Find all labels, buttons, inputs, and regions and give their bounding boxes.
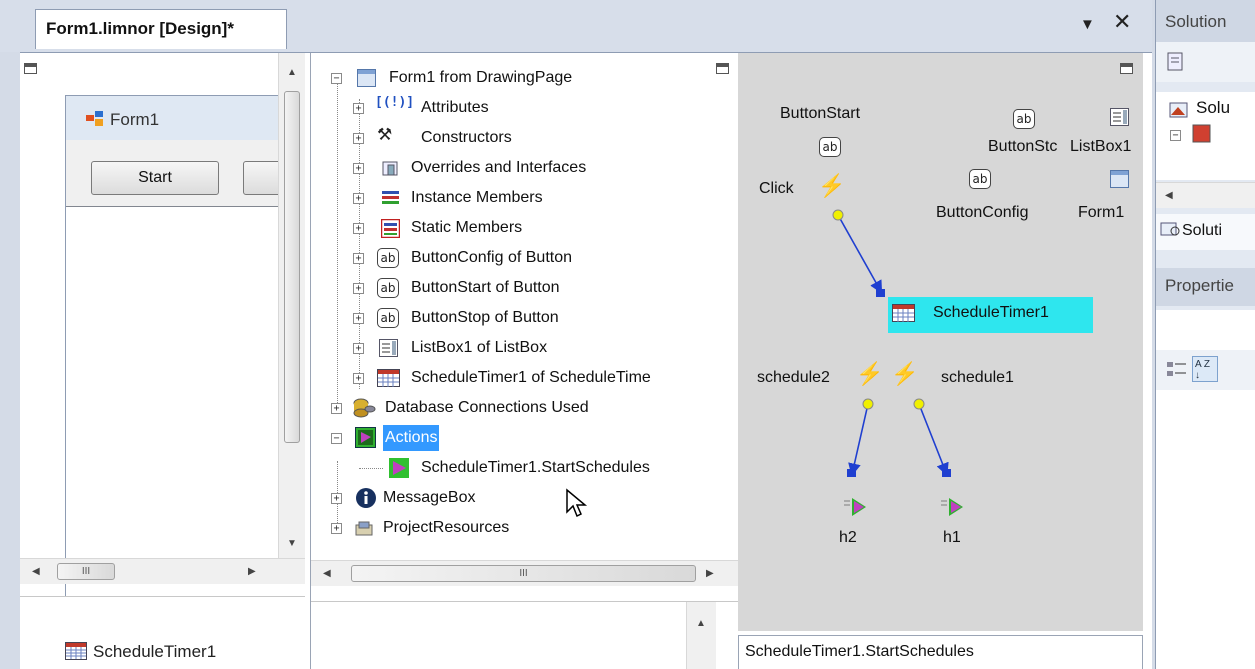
overrides-icon xyxy=(382,161,398,176)
collapse-icon[interactable]: − xyxy=(331,433,342,444)
event-lightning-icon[interactable]: ⚡ xyxy=(856,361,884,387)
tab-solution-label: Soluti xyxy=(1182,222,1223,239)
button-icon: ab xyxy=(377,248,399,268)
button-icon: ab xyxy=(377,278,399,298)
static-members-icon xyxy=(381,219,400,238)
form-title: Form1 xyxy=(110,110,160,129)
expand-icon[interactable]: + xyxy=(353,103,364,114)
scroll-down-icon[interactable]: ▼ xyxy=(287,538,297,549)
alphabetical-sort-icon[interactable]: A Z ↓ xyxy=(1192,356,1218,382)
expand-icon[interactable]: + xyxy=(353,253,364,264)
solution-toolbar xyxy=(1156,42,1255,82)
tray-item-scheduletimer1[interactable]: ScheduleTimer1 xyxy=(65,642,216,662)
tab-solution-explorer[interactable]: Soluti xyxy=(1156,214,1255,250)
tree-item-actions-label: Actions xyxy=(383,425,440,451)
selected-action-status: ScheduleTimer1.StartSchedules xyxy=(738,635,1143,669)
form-icon xyxy=(357,69,376,87)
description-area: ▲ xyxy=(311,601,741,669)
categorized-icon[interactable] xyxy=(1166,360,1188,380)
form-vertical-scrollbar[interactable]: ▲ ▼ xyxy=(278,53,305,558)
solution-explorer-title: Solution xyxy=(1156,0,1255,42)
expand-icon[interactable]: + xyxy=(353,283,364,294)
component-tray: ScheduleTimer1 xyxy=(20,596,305,669)
scroll-thumb[interactable]: III xyxy=(351,565,696,582)
calendar-icon xyxy=(65,642,87,660)
node-h2-icon[interactable] xyxy=(842,496,868,518)
form-horizontal-scrollbar[interactable]: ◀ III ▶ xyxy=(20,558,305,584)
form-titlebar: Form1 xyxy=(66,96,294,140)
maximize-icon[interactable] xyxy=(24,63,37,74)
action-flow-diagram[interactable]: ButtonStart ab Click ⚡ ab ButtonStc List… xyxy=(738,53,1143,631)
collapse-icon[interactable]: − xyxy=(331,73,342,84)
event-lightning-icon[interactable]: ⚡ xyxy=(891,361,919,387)
form-window-preview[interactable]: Form1 Start xyxy=(65,95,303,666)
attributes-icon: [(!)] xyxy=(375,95,415,110)
database-icon xyxy=(353,398,376,418)
node-h1-icon[interactable] xyxy=(939,496,965,518)
solution-tree-item[interactable]: Solu xyxy=(1196,98,1230,118)
right-tool-panels: Solution Solu − ◀ Soluti Propertie A Z ↓ xyxy=(1155,0,1255,669)
expand-icon[interactable]: + xyxy=(331,523,342,534)
constructors-icon: ⚒ xyxy=(377,125,393,145)
listbox-icon xyxy=(379,339,398,357)
properties-page-icon[interactable] xyxy=(1166,52,1186,72)
calendar-icon xyxy=(377,369,400,387)
properties-title: Propertie xyxy=(1156,268,1255,306)
scroll-up-icon[interactable]: ▲ xyxy=(287,67,297,78)
scroll-thumb[interactable] xyxy=(284,91,300,443)
solution-tree[interactable]: Solu − xyxy=(1156,92,1255,180)
start-button[interactable]: Start xyxy=(91,161,219,195)
expand-icon[interactable]: + xyxy=(331,403,342,414)
node-scheduletimer1-label: ScheduleTimer1 xyxy=(933,304,1049,321)
instance-members-icon xyxy=(382,191,399,204)
expand-icon[interactable]: + xyxy=(353,313,364,324)
scroll-left-icon[interactable]: ◀ xyxy=(32,566,40,577)
calendar-icon xyxy=(892,304,915,322)
collapse-icon[interactable]: − xyxy=(1170,130,1181,141)
designer-surface: Form1 Start ▲ ▼ ◀ III ▶ ScheduleTimer1 −… xyxy=(20,52,1152,669)
tree-horizontal-scrollbar[interactable]: ◀ III ▶ xyxy=(311,560,741,586)
tab-dropdown-icon[interactable]: ▼ xyxy=(1080,16,1095,33)
node-h1-label: h1 xyxy=(943,529,961,546)
action-icon xyxy=(389,458,409,478)
tab-form1-design[interactable]: Form1.limnor [Design]* xyxy=(35,9,287,49)
scroll-right-icon[interactable]: ▶ xyxy=(248,566,256,577)
event-schedule1-label: schedule1 xyxy=(941,369,1014,386)
info-icon xyxy=(356,488,376,508)
description-scrollbar[interactable]: ▲ xyxy=(686,602,716,669)
mouse-cursor-icon xyxy=(566,488,588,518)
tray-item-label: ScheduleTimer1 xyxy=(93,642,217,661)
close-icon[interactable]: ✕ xyxy=(1113,10,1131,35)
document-tabstrip: Form1.limnor [Design]* ▼ ✕ xyxy=(0,0,1152,52)
form-preview-pane: Form1 Start ▲ ▼ ◀ III ▶ xyxy=(20,53,305,666)
expand-icon[interactable]: + xyxy=(331,493,342,504)
button-icon: ab xyxy=(377,308,399,328)
expand-icon[interactable]: + xyxy=(353,133,364,144)
solution-explorer-icon xyxy=(1160,222,1180,236)
node-h2-label: h2 xyxy=(839,529,857,546)
flow-connectors xyxy=(832,209,951,477)
event-schedule2-label: schedule2 xyxy=(757,369,830,386)
expand-icon[interactable]: + xyxy=(353,193,364,204)
solution-icon xyxy=(1169,102,1188,118)
node-scheduletimer1[interactable]: ScheduleTimer1 xyxy=(888,297,1093,333)
object-tree-pane: − Form1 from DrawingPage + [(!)] Attribu… xyxy=(310,53,741,669)
project-icon xyxy=(1192,124,1211,143)
scroll-up-icon[interactable]: ▲ xyxy=(696,618,706,629)
scroll-thumb[interactable]: III xyxy=(57,563,115,580)
expand-icon[interactable]: + xyxy=(353,163,364,174)
form-icon xyxy=(86,111,103,126)
expand-icon[interactable]: + xyxy=(353,223,364,234)
solution-horizontal-scrollbar[interactable]: ◀ xyxy=(1156,182,1255,208)
expand-icon[interactable]: + xyxy=(353,343,364,354)
scroll-left-icon[interactable]: ◀ xyxy=(323,568,331,579)
properties-toolbar: A Z ↓ xyxy=(1156,350,1255,390)
actions-icon xyxy=(355,427,376,448)
expand-icon[interactable]: + xyxy=(353,373,364,384)
scroll-left-icon[interactable]: ◀ xyxy=(1165,190,1173,201)
resources-icon xyxy=(355,521,373,536)
scroll-right-icon[interactable]: ▶ xyxy=(706,568,714,579)
